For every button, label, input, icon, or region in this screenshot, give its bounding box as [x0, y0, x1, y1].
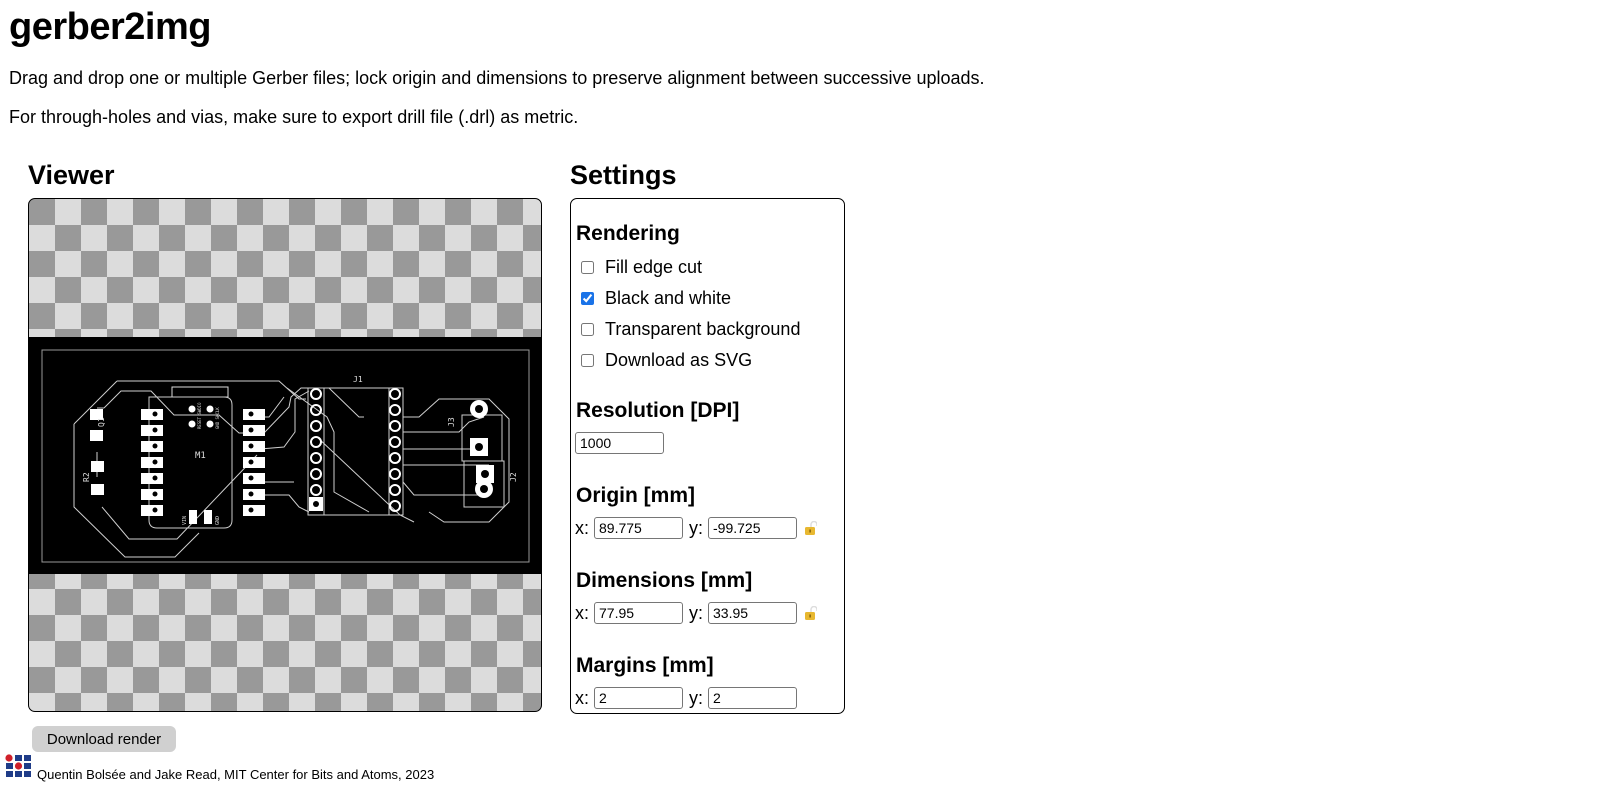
- transparent-background-option[interactable]: Transparent background: [579, 319, 800, 340]
- vin-label: VIN: [182, 516, 188, 525]
- reset-swdio-label: RESET SWDIO: [197, 402, 202, 429]
- dimensions-unlock-icon[interactable]: [805, 606, 817, 620]
- gnd-swclk-label: GND SWCLK: [215, 407, 220, 429]
- download-render-button[interactable]: Download render: [32, 726, 176, 752]
- settings-title: Settings: [570, 160, 677, 190]
- intro-text: Drag and drop one or multiple Gerber fil…: [9, 68, 985, 88]
- page-title: gerber2img: [9, 6, 211, 48]
- pcb-render: M1 J1 Q1 R2 J2 J3 VIN GND RESET SWDIO GN…: [29, 337, 541, 574]
- j3-label: J3: [447, 417, 456, 427]
- dimensions-y-label: y:: [689, 603, 704, 623]
- download-svg-option[interactable]: Download as SVG: [579, 350, 752, 371]
- margins-y-input[interactable]: [708, 687, 797, 709]
- m1-label: M1: [195, 451, 206, 461]
- origin-y-input[interactable]: [708, 517, 797, 539]
- resolution-heading: Resolution [DPI]: [576, 399, 740, 422]
- black-and-white-checkbox[interactable]: [581, 292, 594, 305]
- j1-label: J1: [353, 375, 363, 384]
- drill-note: For through-holes and vias, make sure to…: [9, 107, 579, 127]
- download-svg-checkbox[interactable]: [581, 354, 594, 367]
- settings-panel: Rendering Fill edge cut Black and white …: [570, 198, 845, 714]
- gnd-label: GND: [215, 516, 221, 525]
- margins-x-label: x:: [575, 688, 590, 708]
- rendering-heading: Rendering: [576, 222, 680, 245]
- resolution-input[interactable]: [575, 432, 664, 454]
- r2-label: R2: [82, 472, 91, 482]
- j2-label: J2: [509, 472, 518, 482]
- margins-heading: Margins [mm]: [576, 654, 714, 677]
- dimensions-x-label: x:: [575, 603, 590, 623]
- viewer-title: Viewer: [28, 160, 115, 190]
- cba-logo-icon: [5, 754, 31, 777]
- origin-y-label: y:: [689, 518, 704, 538]
- black-and-white-option[interactable]: Black and white: [579, 288, 731, 309]
- dimensions-heading: Dimensions [mm]: [576, 569, 753, 592]
- origin-heading: Origin [mm]: [576, 484, 695, 507]
- q1-label: Q1: [97, 417, 106, 427]
- margins-y-label: y:: [689, 688, 704, 708]
- footer-credit: Quentin Bolsée and Jake Read, MIT Center…: [37, 767, 435, 782]
- margins-x-input[interactable]: [594, 687, 683, 709]
- origin-x-label: x:: [575, 518, 590, 538]
- origin-x-input[interactable]: [594, 517, 683, 539]
- dimensions-y-input[interactable]: [708, 602, 797, 624]
- dimensions-x-input[interactable]: [594, 602, 683, 624]
- fill-edge-cut-option[interactable]: Fill edge cut: [579, 257, 702, 278]
- fill-edge-cut-checkbox[interactable]: [581, 261, 594, 274]
- viewer-canvas[interactable]: M1 J1 Q1 R2 J2 J3 VIN GND RESET SWDIO GN…: [28, 198, 542, 712]
- transparent-background-checkbox[interactable]: [581, 323, 594, 336]
- origin-unlock-icon[interactable]: [805, 521, 817, 535]
